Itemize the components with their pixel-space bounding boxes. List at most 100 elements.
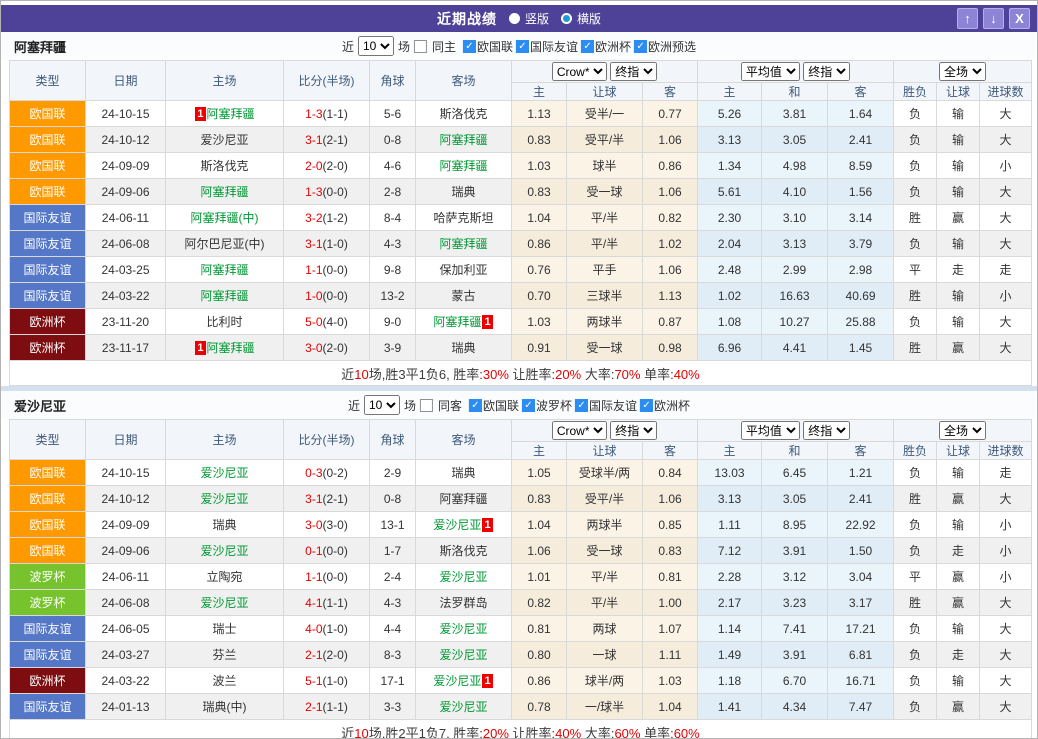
match-count-select[interactable]: 10 — [358, 36, 394, 56]
radio-selected-icon[interactable] — [561, 13, 572, 24]
matches-table: 类型 日期 主场 比分(半场) 角球 客场 Crow* 终指 平均值 终指 — [9, 419, 1032, 739]
full-score: 3-0 — [305, 341, 322, 355]
final-average-select[interactable]: 终指 — [803, 421, 850, 440]
result-goals-cell: 大 — [980, 231, 1032, 257]
league-filter[interactable]: ✓欧洲预选 — [634, 38, 696, 55]
league-filter[interactable]: ✓波罗杯 — [522, 397, 572, 414]
same-venue-checkbox[interactable] — [420, 399, 433, 412]
avg-away-cell: 3.14 — [828, 205, 894, 231]
score-cell: 2-1(1-1) — [284, 694, 370, 720]
corners-cell: 0-8 — [370, 486, 416, 512]
move-down-button[interactable]: ↓ — [983, 8, 1004, 29]
section-azerbaijan: 阿塞拜疆 近 10 场 同主 ✓欧国联✓国际友谊✓欧洲杯✓欧洲预选 类型 日期 — [1, 32, 1037, 386]
checkbox-checked-icon[interactable]: ✓ — [469, 399, 482, 412]
league-cell: 国际友谊 — [10, 257, 86, 283]
home-team-cell: 1阿塞拜疆 — [166, 101, 284, 127]
league-filter[interactable]: ✓国际友谊 — [575, 397, 637, 414]
match-row: 国际友谊24-01-13瑞典(中)2-1(1-1)3-3爱沙尼亚0.78一/球半… — [10, 694, 1032, 720]
half-score: (0-0) — [323, 289, 348, 303]
checkbox-checked-icon[interactable]: ✓ — [640, 399, 653, 412]
layout-radio-vertical[interactable]: 竖版 — [509, 10, 549, 27]
home-team-cell: 瑞士 — [166, 616, 284, 642]
corners-cell: 9-8 — [370, 257, 416, 283]
radio-unselected-icon[interactable] — [509, 13, 520, 24]
scope-group-header: 全场 — [894, 420, 1032, 442]
col-date: 日期 — [86, 420, 166, 460]
summary-segment: 40% — [674, 367, 700, 382]
odds-home-cell: 0.80 — [512, 642, 567, 668]
move-up-button[interactable]: ↑ — [957, 8, 978, 29]
summary-segment: 让胜率: — [509, 726, 555, 739]
col-odds-home: 主 — [512, 83, 567, 101]
odds-away-cell: 0.77 — [643, 101, 698, 127]
result-outcome-cell: 负 — [894, 694, 937, 720]
close-button[interactable]: X — [1009, 8, 1030, 29]
company-select[interactable]: Crow* — [552, 62, 607, 81]
result-outcome-cell: 负 — [894, 127, 937, 153]
league-filter[interactable]: ✓欧洲杯 — [581, 38, 631, 55]
checkbox-checked-icon[interactable]: ✓ — [522, 399, 535, 412]
result-handicap-cell: 赢 — [937, 590, 980, 616]
scope-select[interactable]: 全场 — [939, 421, 986, 440]
league-filter[interactable]: ✓欧国联 — [463, 38, 513, 55]
final-odds-select[interactable]: 终指 — [610, 421, 657, 440]
checkbox-checked-icon[interactable]: ✓ — [575, 399, 588, 412]
result-goals-cell: 小 — [980, 283, 1032, 309]
score-cell: 2-1(2-0) — [284, 642, 370, 668]
scope-select[interactable]: 全场 — [939, 62, 986, 81]
league-cell: 欧国联 — [10, 538, 86, 564]
match-count-select[interactable]: 10 — [364, 395, 400, 415]
average-select[interactable]: 平均值 — [741, 421, 800, 440]
match-row: 欧国联24-09-06阿塞拜疆1-3(0-0)2-8瑞典0.83受一球1.065… — [10, 179, 1032, 205]
summary-segment: 10 — [354, 367, 368, 382]
avg-away-cell: 2.98 — [828, 257, 894, 283]
full-score: 1-1 — [305, 263, 322, 277]
matches-table: 类型 日期 主场 比分(半场) 角球 客场 Crow* 终指 平均值 终指 — [9, 60, 1032, 386]
result-goals-cell: 大 — [980, 668, 1032, 694]
half-score: (2-0) — [323, 159, 348, 173]
col-odds-handicap: 让球 — [567, 83, 643, 101]
team-name: 阿塞拜疆 — [200, 185, 248, 199]
same-venue-checkbox[interactable] — [414, 40, 427, 53]
checkbox-checked-icon[interactable]: ✓ — [463, 40, 476, 53]
team-name: 阿塞拜疆 — [439, 159, 487, 173]
odds-away-cell: 0.82 — [643, 205, 698, 231]
checkbox-checked-icon[interactable]: ✓ — [516, 40, 529, 53]
odds-handicap-cell: 受一球 — [567, 179, 643, 205]
final-average-select[interactable]: 终指 — [803, 62, 850, 81]
avg-home-cell: 1.49 — [698, 642, 762, 668]
checkbox-checked-icon[interactable]: ✓ — [581, 40, 594, 53]
result-outcome-cell: 负 — [894, 668, 937, 694]
full-score: 4-1 — [305, 596, 322, 610]
avg-away-cell: 1.50 — [828, 538, 894, 564]
league-filter[interactable]: ✓欧国联 — [469, 397, 519, 414]
avg-draw-cell: 3.05 — [762, 486, 828, 512]
full-score: 5-1 — [305, 674, 322, 688]
result-handicap-cell: 输 — [937, 512, 980, 538]
col-corner: 角球 — [370, 420, 416, 460]
odds-handicap-cell: 一/球半 — [567, 694, 643, 720]
league-filter[interactable]: ✓国际友谊 — [516, 38, 578, 55]
avg-away-cell: 2.41 — [828, 486, 894, 512]
team-name: 阿塞拜疆 — [207, 107, 255, 121]
average-select[interactable]: 平均值 — [741, 62, 800, 81]
odds-home-cell: 0.83 — [512, 486, 567, 512]
date-cell: 24-10-12 — [86, 127, 166, 153]
match-row: 欧洲杯23-11-171阿塞拜疆3-0(2-0)3-9瑞典0.91受一球0.98… — [10, 335, 1032, 361]
avg-draw-cell: 3.91 — [762, 642, 828, 668]
avg-draw-cell: 6.70 — [762, 668, 828, 694]
window-title: 近期战绩 — [437, 9, 497, 29]
layout-radio-horizontal[interactable]: 横版 — [561, 10, 601, 27]
final-odds-select[interactable]: 终指 — [610, 62, 657, 81]
match-row: 国际友谊24-03-25阿塞拜疆1-1(0-0)9-8保加利亚0.76平手1.0… — [10, 257, 1032, 283]
team-name: 阿塞拜疆 — [433, 315, 481, 329]
checkbox-checked-icon[interactable]: ✓ — [634, 40, 647, 53]
full-score: 3-1 — [305, 133, 322, 147]
away-team-cell: 爱沙尼亚1 — [416, 512, 512, 538]
company-select[interactable]: Crow* — [552, 421, 607, 440]
league-filter[interactable]: ✓欧洲杯 — [640, 397, 690, 414]
away-team-cell: 瑞典 — [416, 460, 512, 486]
team-name: 瑞典 — [451, 466, 475, 480]
result-outcome-cell: 负 — [894, 460, 937, 486]
score-cell: 4-0(1-0) — [284, 616, 370, 642]
